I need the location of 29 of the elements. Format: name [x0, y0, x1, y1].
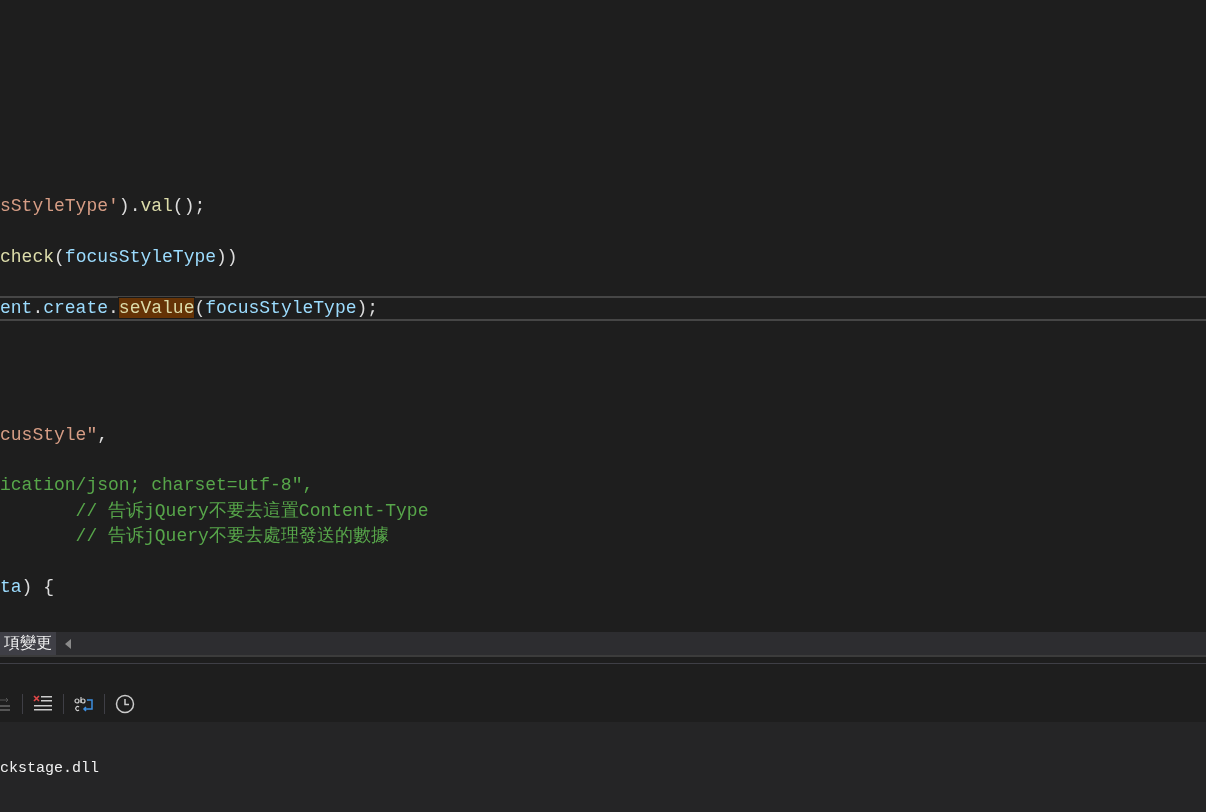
code-text: . [108, 297, 119, 318]
code-text: ); [356, 297, 379, 318]
code-text: create [43, 297, 109, 318]
code-text: . [32, 297, 44, 318]
code-text: cusStyle" [0, 424, 98, 445]
code-text: (); [172, 196, 206, 216]
code-text: ent [0, 297, 33, 318]
code-text: // 告诉jQuery不要去處理發送的數據 [74, 526, 389, 547]
word-wrap-icon[interactable] [74, 695, 94, 713]
code-text: , [97, 424, 109, 445]
output-text: ckstage.dll [0, 760, 101, 777]
code-text: ( [194, 297, 206, 318]
code-text: ( [54, 246, 65, 267]
code-text: val [140, 196, 173, 216]
code-text: ta [0, 576, 22, 597]
code-text: ) { [21, 576, 54, 597]
code-text: focusStyleType [64, 246, 217, 267]
code-text: ). [118, 196, 141, 216]
code-text: ication/json; charset=utf-8", [0, 475, 314, 496]
code-text: sStyleType' [0, 196, 119, 216]
scroll-left-icon[interactable] [64, 638, 72, 649]
clear-list-icon[interactable] [33, 695, 53, 713]
document-tab[interactable]: 項變更 [0, 632, 56, 655]
code-text: )) [216, 246, 238, 267]
clock-icon[interactable] [115, 694, 135, 714]
code-text: focusStyleType [205, 297, 357, 318]
code-text: check [0, 246, 54, 267]
highlighted-text: seValue [118, 297, 195, 318]
code-text: // 告诉jQuery不要去這置Content-Type [74, 500, 429, 521]
